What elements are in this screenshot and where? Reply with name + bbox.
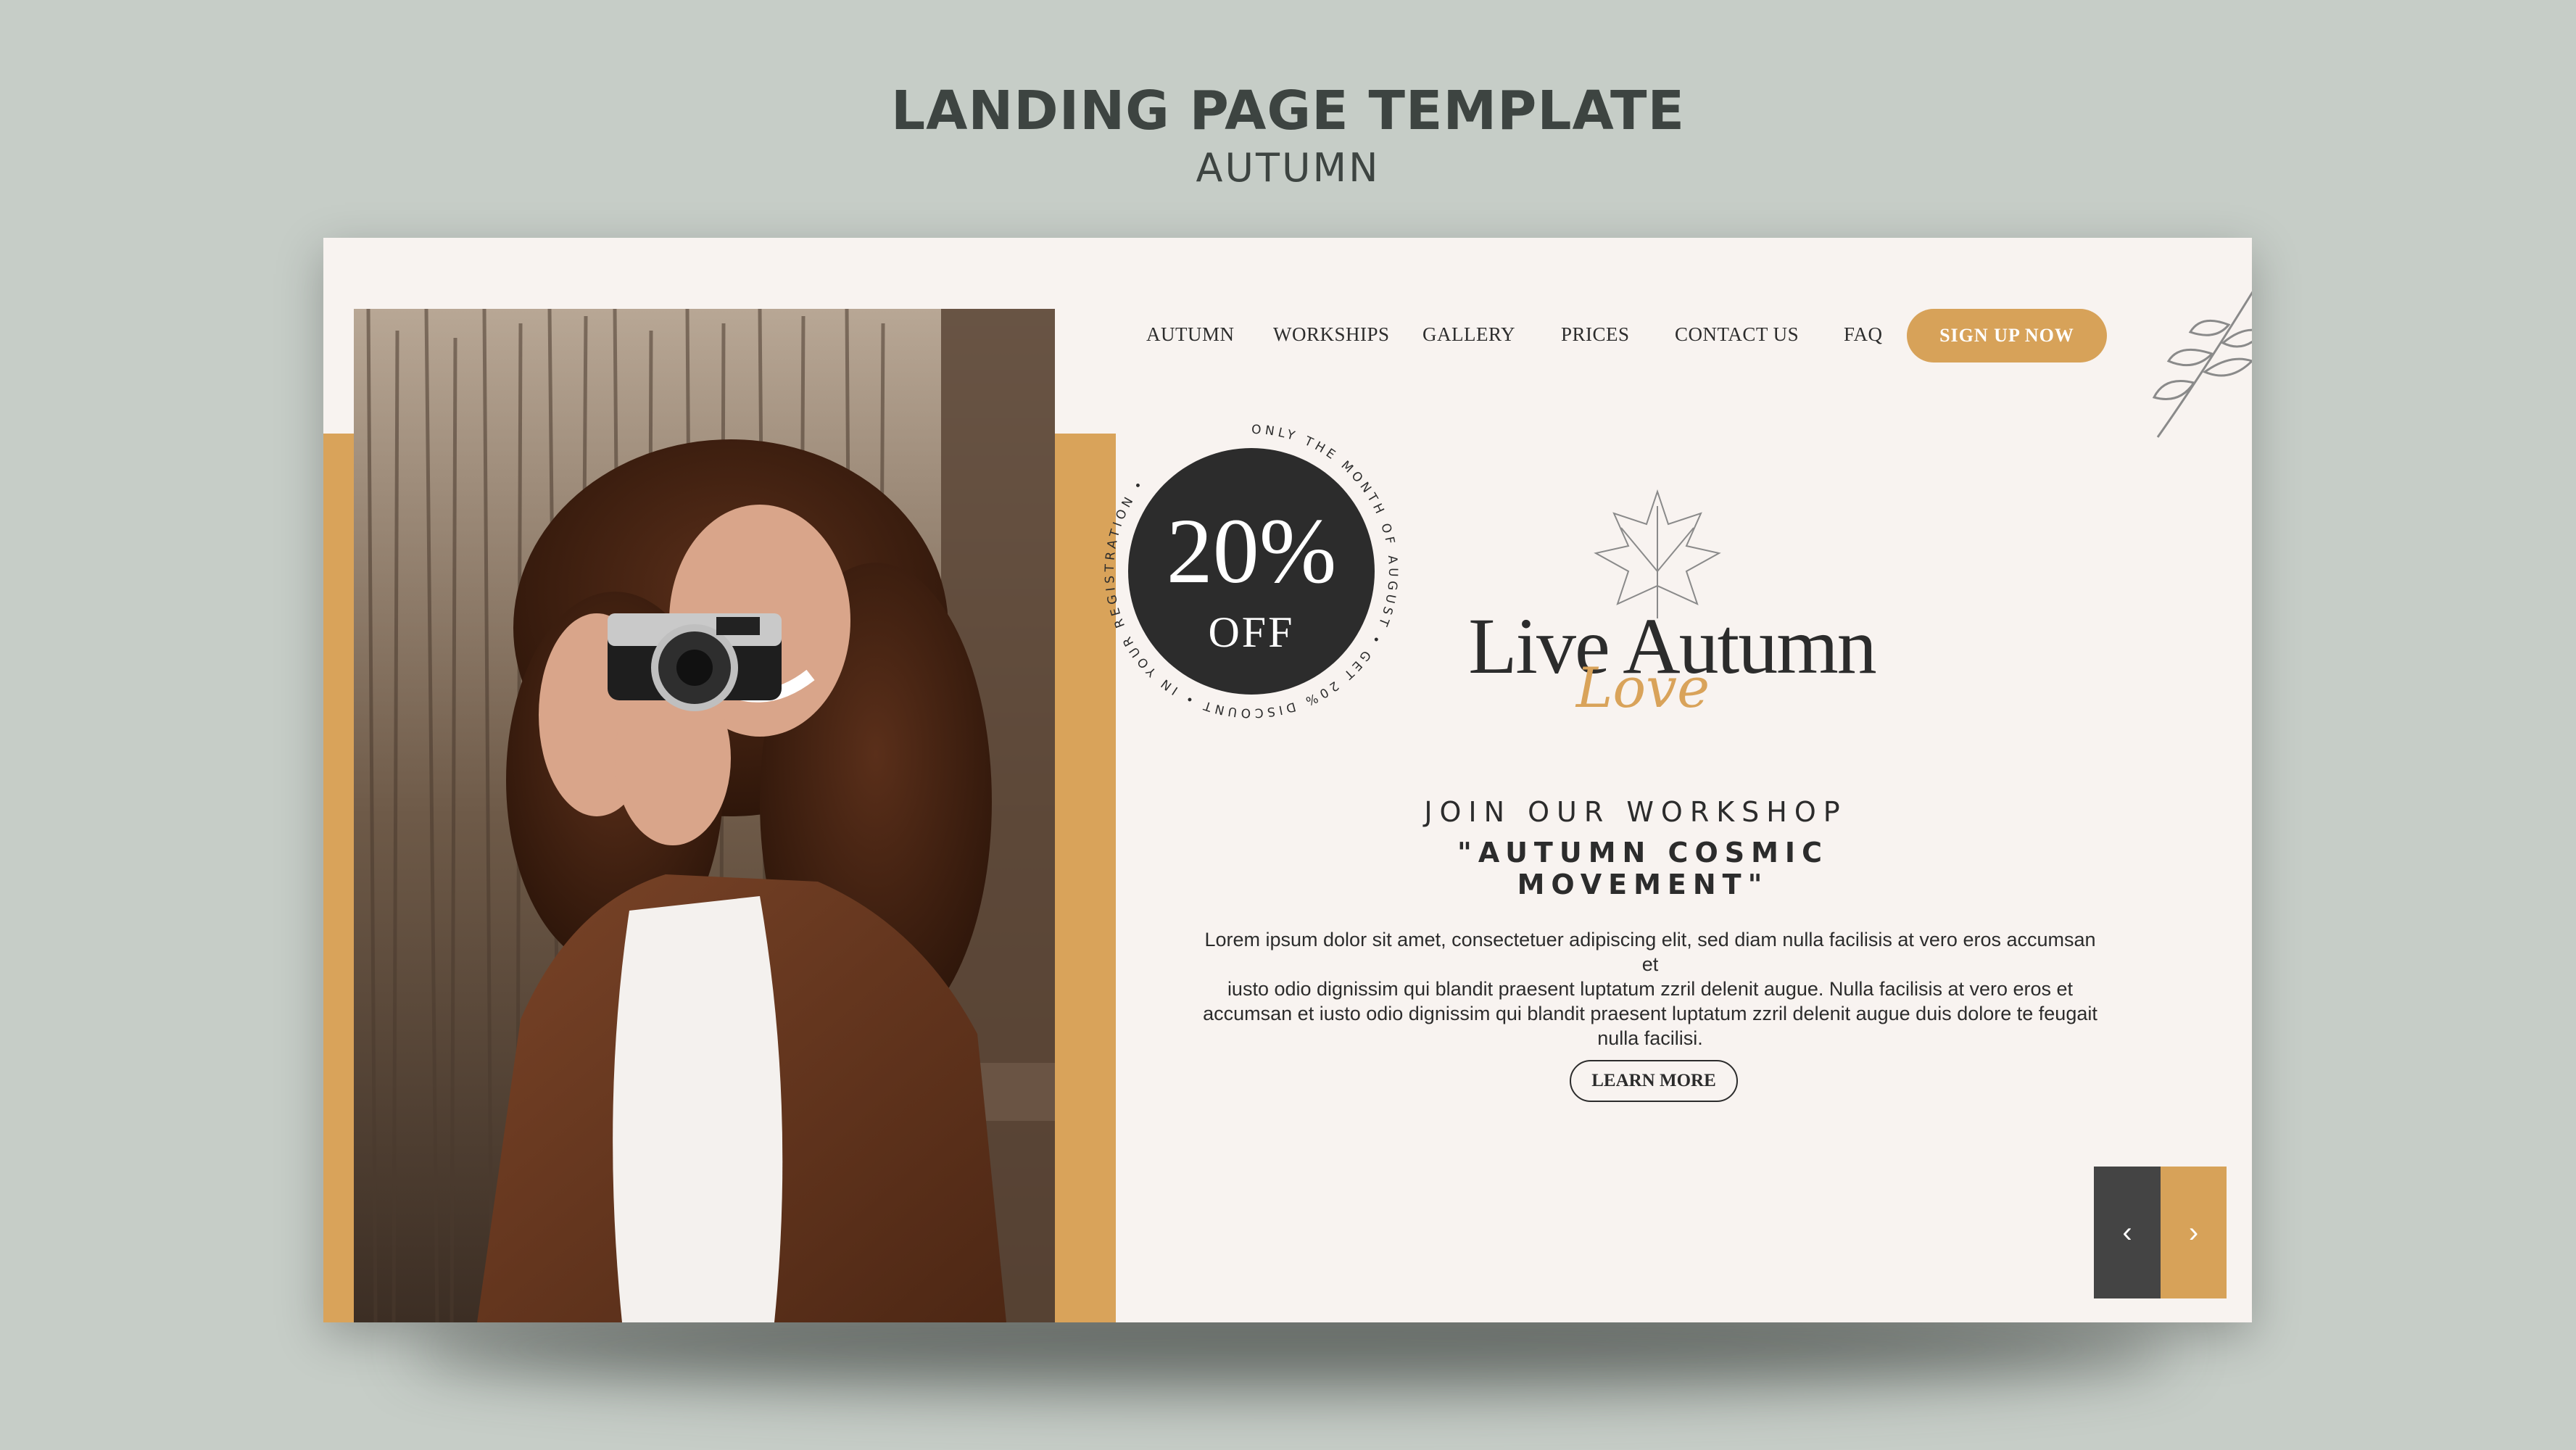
woman-with-camera-image [354,309,1055,1322]
slider-next-button[interactable]: › [2161,1167,2227,1298]
page-title: LANDING PAGE TEMPLATE [890,80,1686,142]
hero-description-line: iusto odio dignissim qui blandit praesen… [1227,978,2074,1000]
live-autumn-logo: Live Autumn Love [1440,484,1918,731]
hero-description-line: accumsan et iusto odio dignissim qui bla… [1203,1003,2097,1024]
hero-description-line: Lorem ipsum dolor sit amet, consectetuer… [1204,929,2096,975]
nav-item-workshops[interactable]: WORKSHIPS [1273,323,1390,346]
nav-item-contact-us[interactable]: CONTACT US [1675,323,1799,346]
sign-up-button[interactable]: SIGN UP NOW [1907,309,2107,362]
slider-prev-button[interactable]: ‹ [2094,1167,2161,1298]
hero-photo [354,309,1055,1322]
landing-page-card: AUTUMN WORKSHIPS GALLERY PRICES CONTACT … [323,238,2252,1322]
svg-text:ONLY THE MONTH OF AUGUST • GET: ONLY THE MONTH OF AUGUST • GET 20% DISCO… [1103,423,1400,720]
workshop-name: "AUTUMN COSMIC MOVEMENT" [1457,837,1829,900]
nav-item-prices[interactable]: PRICES [1561,323,1630,346]
workshop-heading: JOIN OUR WORKSHOP [1424,796,1847,828]
chevron-right-icon: › [2188,1216,2199,1248]
hero-description: Lorem ipsum dolor sit amet, consectetuer… [1201,927,2100,1051]
hero-description-line: nulla facilisi. [1597,1027,1703,1049]
discount-badge: 20% OFF ONLY THE MONTH OF AUGUST • GET 2… [1077,397,1396,720]
page-subtitle: AUTUMN [1196,145,1380,191]
logo-script-text: Love [1575,655,1710,720]
chevron-left-icon: ‹ [2122,1216,2132,1248]
nav-item-gallery[interactable]: GALLERY [1422,323,1515,346]
learn-more-button[interactable]: LEARN MORE [1570,1060,1738,1102]
badge-ring-text: ONLY THE MONTH OF AUGUST • GET 20% DISCO… [1103,423,1400,720]
badge-ring-label: ONLY THE MONTH OF AUGUST • GET 20% DISCO… [1103,423,1396,720]
nav-item-autumn[interactable]: AUTUMN [1146,323,1235,346]
leaf-branch-icon [2152,291,2252,438]
nav-item-faq[interactable]: FAQ [1844,323,1883,346]
